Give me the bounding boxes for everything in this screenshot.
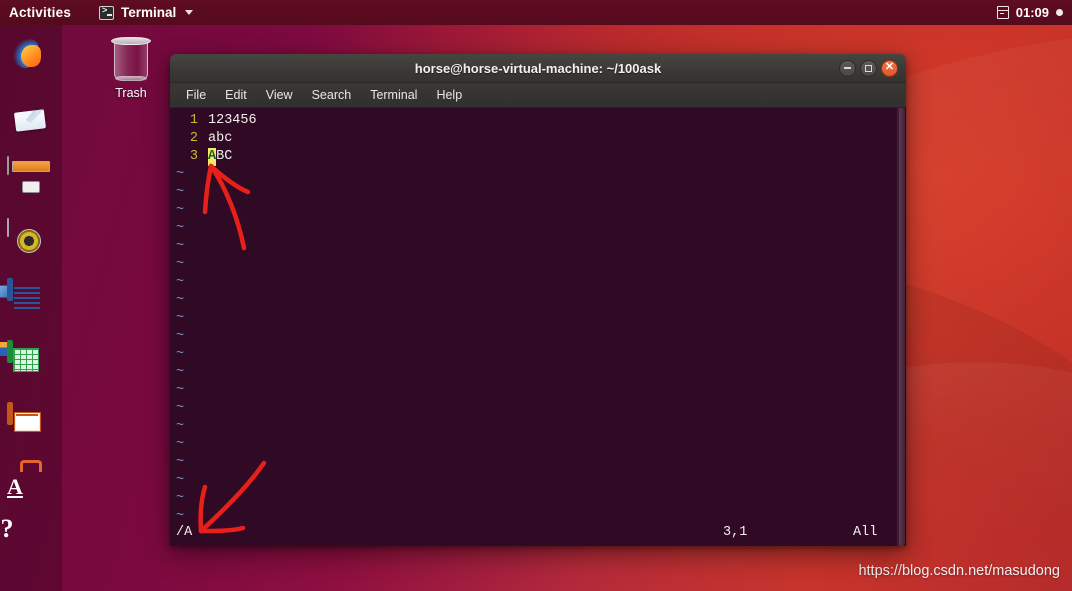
line-text: 123456 xyxy=(208,113,257,128)
top-bar: Activities Terminal 01:09 xyxy=(0,0,1072,25)
line-number: 2 xyxy=(189,131,198,146)
desktop-icon-trash[interactable]: Trash xyxy=(100,34,162,100)
maximize-icon xyxy=(865,64,872,72)
close-button[interactable]: ✕ xyxy=(881,59,898,77)
dock-item-libreoffice-calc[interactable] xyxy=(7,340,55,391)
menu-item-terminal[interactable]: Terminal xyxy=(364,86,423,104)
vim-empty-line-marker: ~ xyxy=(176,185,185,200)
trash-body xyxy=(114,41,148,81)
vim-empty-line-marker: ~ xyxy=(176,347,185,362)
window-title: horse@horse-virtual-machine: ~/100ask xyxy=(414,60,662,76)
editor-line: 1 123456 xyxy=(170,112,897,130)
dock-item-thunderbird[interactable] xyxy=(7,95,55,143)
trash-base xyxy=(115,76,147,81)
vim-empty-line-marker: ~ xyxy=(176,221,185,236)
terminal-scrollbar[interactable] xyxy=(897,108,906,546)
calc-icon xyxy=(7,340,13,363)
terminal-icon xyxy=(99,5,115,20)
vim-empty-line-marker: ~ xyxy=(176,275,185,290)
impress-icon xyxy=(7,402,13,425)
menu-item-file[interactable]: File xyxy=(180,86,212,104)
trash-icon xyxy=(110,34,152,82)
vim-empty-line-marker: ~ xyxy=(176,401,185,416)
minimize-button[interactable] xyxy=(839,59,856,77)
vim-command-text: /A xyxy=(176,525,193,540)
line-text: abc xyxy=(208,131,233,146)
vim-empty-line-marker: ~ xyxy=(176,437,185,452)
vim-editor-area[interactable]: 1 123456 2 abc 3 A BC ~ ~ ~ ~ ~ ~ ~ ~ ~ ~ ~ ~ ~ ~ ~ ~ ~ ~ ~… xyxy=(170,108,897,546)
vim-empty-line-marker: ~ xyxy=(176,311,185,326)
vim-empty-line-marker: ~ xyxy=(176,257,185,272)
power-indicator-icon xyxy=(1056,9,1063,16)
dock-item-libreoffice-writer[interactable] xyxy=(7,278,55,329)
trash-lid xyxy=(111,37,151,45)
activities-button[interactable]: Activities xyxy=(9,5,71,20)
dock-item-files[interactable] xyxy=(7,156,55,205)
vim-empty-line-marker: ~ xyxy=(176,383,185,398)
dock-item-ubuntu-software[interactable] xyxy=(7,467,55,515)
dock-item-help[interactable] xyxy=(7,529,55,577)
vim-status-line: /A 3,1 All xyxy=(170,524,888,542)
app-menu-label: Terminal xyxy=(121,5,177,20)
cursor-position: 3,1 xyxy=(723,525,748,540)
menu-item-edit[interactable]: Edit xyxy=(219,86,253,104)
line-number: 3 xyxy=(189,149,198,164)
terminal-body[interactable]: 1 123456 2 abc 3 A BC ~ ~ ~ ~ ~ ~ ~ ~ ~ ~ ~ ~ ~ ~ ~ ~ ~ ~ ~… xyxy=(170,108,906,546)
vim-empty-lines: ~ ~ ~ ~ ~ ~ ~ ~ ~ ~ ~ ~ ~ ~ ~ ~ ~ ~ ~ ~ xyxy=(170,166,897,526)
menu-item-search[interactable]: Search xyxy=(306,86,358,104)
calendar-icon xyxy=(996,6,1009,19)
maximize-button[interactable] xyxy=(860,59,877,77)
vim-empty-line-marker: ~ xyxy=(176,239,185,254)
dock-item-rhythmbox[interactable] xyxy=(7,218,55,267)
terminal-titlebar[interactable]: horse@horse-virtual-machine: ~/100ask ✕ xyxy=(170,54,906,83)
vim-empty-line-marker: ~ xyxy=(176,293,185,308)
trash-label: Trash xyxy=(115,86,147,100)
terminal-window: horse@horse-virtual-machine: ~/100ask ✕ … xyxy=(170,54,906,546)
vim-empty-line-marker: ~ xyxy=(176,491,185,506)
menu-item-view[interactable]: View xyxy=(260,86,299,104)
minimize-icon xyxy=(844,67,851,69)
launcher-dock xyxy=(0,25,62,591)
vim-empty-line-marker: ~ xyxy=(176,473,185,488)
vim-empty-line-marker: ~ xyxy=(176,329,185,344)
watermark: https://blog.csdn.net/masudong xyxy=(858,563,1060,579)
vim-empty-line-marker: ~ xyxy=(176,365,185,380)
line-number: 1 xyxy=(189,113,198,128)
app-menu-terminal[interactable]: Terminal xyxy=(99,5,194,20)
rhythmbox-icon xyxy=(7,218,9,237)
scroll-position: All xyxy=(853,525,878,540)
vim-empty-line-marker: ~ xyxy=(176,419,185,434)
editor-line: 2 abc xyxy=(170,130,897,148)
chevron-down-icon xyxy=(185,10,194,15)
vim-empty-line-marker: ~ xyxy=(176,455,185,470)
search-match-highlight: A xyxy=(208,148,217,166)
clock[interactable]: 01:09 xyxy=(1016,5,1049,20)
close-icon: ✕ xyxy=(884,61,895,73)
menu-item-help[interactable]: Help xyxy=(430,86,468,104)
window-controls: ✕ xyxy=(839,54,898,82)
terminal-menubar: File Edit View Search Terminal Help xyxy=(170,83,906,108)
dock-item-firefox[interactable] xyxy=(7,33,55,81)
vim-empty-line-marker: ~ xyxy=(176,167,185,182)
editor-line-cursor: 3 A BC xyxy=(170,148,897,166)
files-icon xyxy=(7,156,9,175)
writer-icon xyxy=(7,278,13,301)
scrollbar-thumb[interactable] xyxy=(899,108,905,546)
vim-empty-line-marker: ~ xyxy=(176,203,185,218)
top-bar-status-area[interactable]: 01:09 xyxy=(996,5,1063,20)
dock-item-libreoffice-impress[interactable] xyxy=(7,402,55,453)
line-text: BC xyxy=(216,149,233,164)
